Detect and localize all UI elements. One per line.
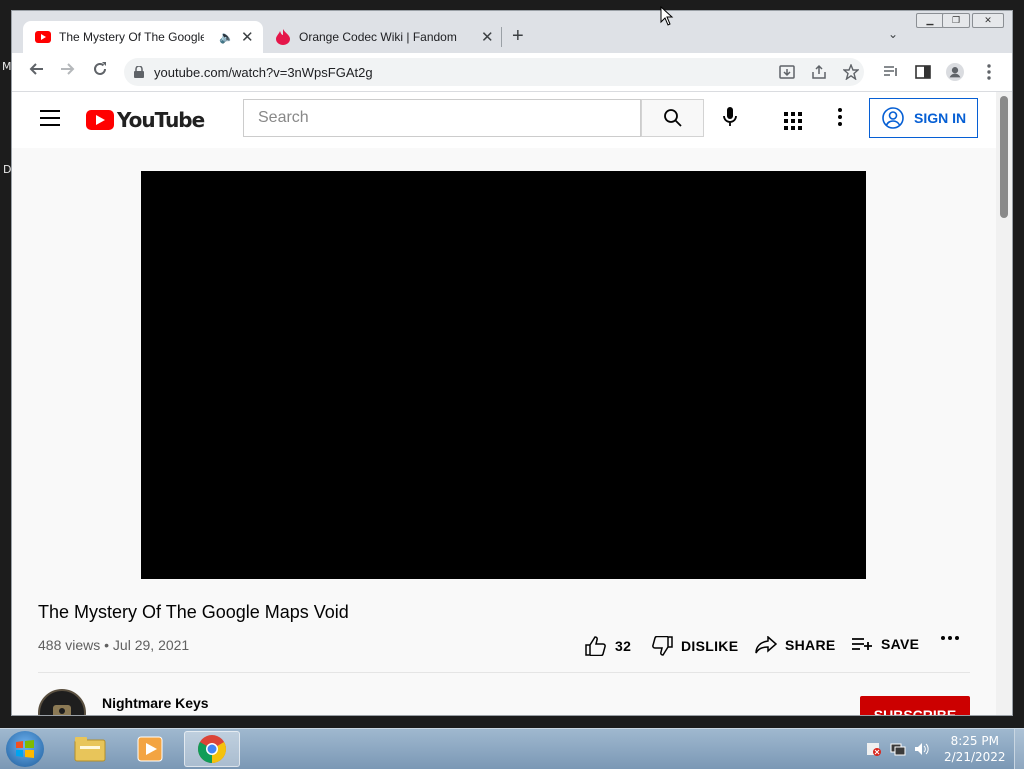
action-center-alert-icon[interactable] — [866, 741, 882, 757]
side-panel-icon[interactable] — [914, 63, 932, 81]
search-icon — [663, 109, 682, 127]
install-app-icon[interactable] — [778, 63, 796, 81]
scrollbar-thumb[interactable] — [1000, 96, 1008, 218]
thumbs-down-icon — [652, 636, 673, 656]
share-page-icon[interactable] — [810, 63, 828, 81]
clock-date: 2/21/2022 — [944, 750, 1006, 764]
channel-avatar[interactable] — [38, 689, 86, 715]
browser-toolbar: youtube.com/watch?v=3nWpsFGAt2g — [12, 53, 1012, 92]
fandom-icon — [275, 29, 291, 45]
page-scrollbar[interactable] — [996, 92, 1012, 715]
youtube-logo[interactable]: YouTube — [86, 108, 205, 132]
dislike-label: DISLIKE — [681, 638, 739, 654]
media-player-icon[interactable] — [122, 731, 178, 767]
address-bar[interactable]: youtube.com/watch?v=3nWpsFGAt2g — [124, 58, 864, 86]
new-tab-button[interactable]: + — [512, 25, 524, 48]
windows-logo-icon — [16, 740, 34, 758]
search-input[interactable] — [256, 108, 620, 128]
like-count: 32 — [615, 638, 632, 654]
save-label: SAVE — [881, 636, 920, 652]
thumbs-up-icon — [585, 636, 606, 656]
section-divider — [38, 672, 970, 673]
youtube-icon — [35, 29, 51, 45]
tab-orange-codec[interactable]: Orange Codec Wiki | Fandom ✕ — [263, 21, 501, 53]
sign-in-button[interactable]: SIGN IN — [869, 98, 978, 138]
like-button[interactable]: 32 — [585, 636, 631, 656]
speaker-icon[interactable]: 🔈 — [219, 30, 234, 44]
youtube-header: YouTube Search SIGN IN — [12, 92, 996, 148]
channel-name[interactable]: Nightmare Keys — [102, 695, 209, 711]
forward-arrow-icon[interactable] — [60, 61, 76, 82]
youtube-play-icon — [86, 110, 114, 130]
video-player[interactable] — [141, 171, 866, 579]
restore-button[interactable]: ❐ — [942, 13, 970, 28]
tab-strip: The Mystery Of The Google Maps Void 🔈 ✕ … — [12, 11, 1012, 53]
volume-icon[interactable] — [914, 741, 930, 757]
hamburger-menu-icon[interactable] — [40, 110, 60, 131]
tab-youtube-video[interactable]: The Mystery Of The Google Maps Void 🔈 ✕ — [23, 21, 263, 53]
close-window-button[interactable]: ✕ — [972, 13, 1004, 28]
account-circle-icon — [882, 107, 904, 129]
browser-window: The Mystery Of The Google Maps Void 🔈 ✕ … — [11, 10, 1013, 716]
system-clock[interactable]: 8:25 PM 2/21/2022 — [944, 733, 1006, 765]
search-button[interactable] — [641, 99, 704, 137]
tab-title: Orange Codec Wiki | Fandom — [299, 30, 457, 44]
close-tab-icon[interactable]: ✕ — [241, 28, 254, 46]
sign-in-label: SIGN IN — [914, 110, 967, 126]
dislike-button[interactable]: DISLIKE — [651, 636, 738, 656]
playlist-add-icon — [852, 638, 872, 650]
reload-icon[interactable] — [92, 61, 108, 82]
share-button[interactable]: SHARE — [755, 636, 836, 654]
back-arrow-icon[interactable] — [28, 61, 44, 82]
tab-separator — [501, 27, 502, 47]
chrome-icon[interactable] — [184, 731, 240, 767]
minimize-button[interactable]: ▁ — [916, 13, 944, 28]
lock-icon[interactable] — [134, 66, 144, 78]
clock-time: 8:25 PM — [950, 734, 999, 748]
microphone-icon[interactable] — [722, 106, 738, 133]
profile-avatar-icon[interactable] — [946, 63, 964, 81]
network-icon[interactable] — [890, 741, 906, 757]
save-button[interactable]: SAVE — [851, 636, 919, 652]
tab-title: The Mystery Of The Google Maps Void — [59, 30, 204, 44]
explorer-icon[interactable] — [62, 731, 118, 767]
share-label: SHARE — [785, 637, 836, 653]
show-desktop-button[interactable] — [1014, 729, 1024, 769]
tab-search-icon[interactable]: ⌄ — [888, 27, 898, 41]
mouse-cursor-icon — [660, 6, 674, 26]
start-button[interactable] — [6, 731, 44, 767]
settings-more-icon[interactable] — [838, 108, 842, 131]
subscribe-button[interactable]: SUBSCRIBE — [860, 696, 970, 715]
share-arrow-icon — [755, 636, 777, 654]
url-text: youtube.com/watch?v=3nWpsFGAt2g — [154, 64, 373, 80]
more-actions-icon[interactable] — [941, 636, 967, 640]
video-title: The Mystery Of The Google Maps Void — [38, 602, 349, 622]
apps-grid-icon[interactable] — [784, 112, 802, 135]
search-box — [243, 99, 641, 137]
close-tab-icon[interactable]: ✕ — [481, 28, 494, 46]
reading-list-icon[interactable] — [882, 63, 900, 81]
bookmark-star-icon[interactable] — [842, 63, 860, 81]
browser-menu-icon[interactable] — [980, 63, 998, 81]
video-views-date: 488 views • Jul 29, 2021 — [38, 637, 190, 653]
youtube-page: YouTube Search SIGN IN The Mystery Of Th… — [12, 92, 996, 715]
youtube-wordmark: YouTube — [117, 108, 205, 132]
taskbar: 8:25 PM 2/21/2022 — [0, 728, 1024, 769]
